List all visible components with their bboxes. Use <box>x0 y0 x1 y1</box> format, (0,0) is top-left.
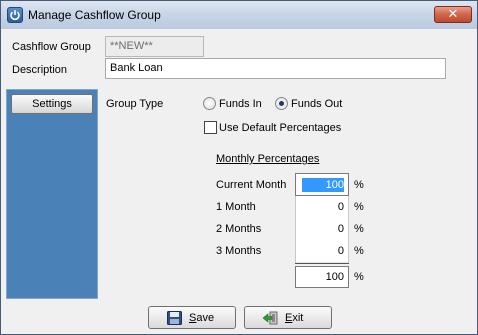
funds-in-label: Funds In <box>219 98 262 110</box>
save-button[interactable]: Save <box>148 306 236 329</box>
power-icon[interactable] <box>7 7 23 23</box>
settings-tab[interactable]: Settings <box>11 94 93 114</box>
funds-out-label: Funds Out <box>291 98 343 110</box>
month-2-input[interactable]: 0 <box>295 218 349 241</box>
description-label: Description <box>12 64 68 76</box>
exit-door-icon <box>263 311 278 325</box>
description-input[interactable]: Bank Loan <box>105 58 446 79</box>
radio-selected-dot <box>279 101 284 106</box>
group-type-label: Group Type <box>106 98 164 110</box>
monthly-percentages-heading: Monthly Percentages <box>216 153 320 165</box>
cashflow-group-field: **NEW** <box>105 36 204 57</box>
month-3-input[interactable]: 0 <box>295 240 349 263</box>
percent-sign: % <box>354 223 364 235</box>
percent-sign: % <box>354 179 364 191</box>
percent-sign: % <box>354 245 364 257</box>
exit-label: Exit <box>285 312 304 324</box>
save-label: Save <box>189 312 215 324</box>
title-bar: Manage Cashflow Group ✕ <box>1 1 477 29</box>
dialog-window: Manage Cashflow Group ✕ Cashflow Group *… <box>0 0 478 335</box>
percent-sign: % <box>354 271 364 283</box>
exit-button[interactable]: Exit <box>244 306 332 329</box>
use-default-checkbox[interactable] <box>204 121 217 134</box>
current-month-value: 100 <box>301 178 344 192</box>
funds-out-radio[interactable] <box>275 97 288 110</box>
row-label-3-months: 3 Months <box>216 245 262 257</box>
row-label-1-month: 1 Month <box>216 201 256 213</box>
row-label-2-months: 2 Months <box>216 223 262 235</box>
close-button[interactable]: ✕ <box>434 6 472 23</box>
total-separator <box>295 263 349 264</box>
close-icon: ✕ <box>447 6 459 21</box>
month-1-input[interactable]: 0 <box>295 196 349 219</box>
current-month-input[interactable]: 100 <box>295 173 349 196</box>
sidebar: Settings <box>6 89 98 299</box>
total-field: 100 <box>295 266 349 288</box>
funds-in-radio[interactable] <box>203 97 216 110</box>
floppy-disk-icon <box>167 311 182 325</box>
percent-sign: % <box>354 201 364 213</box>
row-label-current-month: Current Month <box>216 179 287 191</box>
window-title: Manage Cashflow Group <box>28 8 161 22</box>
cashflow-group-label: Cashflow Group <box>12 41 91 53</box>
use-default-label: Use Default Percentages <box>219 122 342 134</box>
